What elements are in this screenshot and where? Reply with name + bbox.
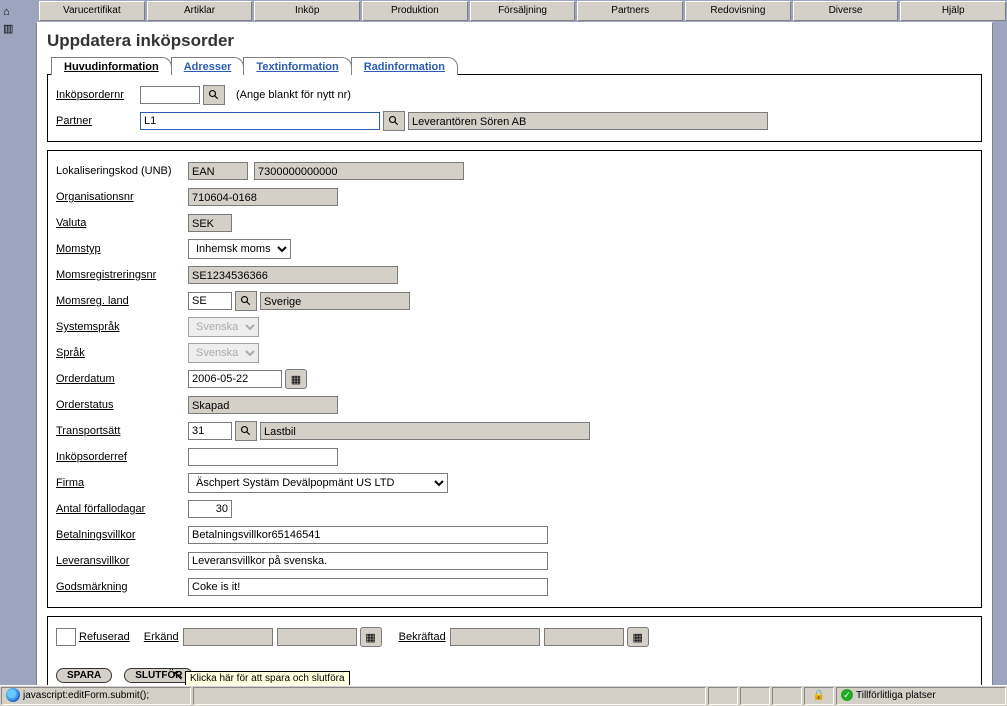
menu-item[interactable]: Redovisning xyxy=(685,1,791,21)
bekraftad-time xyxy=(544,628,624,646)
calendar-icon[interactable]: ▦ xyxy=(285,369,307,389)
valuta-label: Valuta xyxy=(56,217,188,229)
refuserad-label: Refuserad xyxy=(79,631,130,643)
momsland-name: Sverige xyxy=(260,292,410,310)
menu-item[interactable]: Inköp xyxy=(254,1,360,21)
forfall-label: Antal förfallodagar xyxy=(56,503,188,515)
sprak-select: Svenska xyxy=(188,343,259,363)
main-menu: Varucertifikat Artiklar Inköp Produktion… xyxy=(0,0,1007,22)
status-left: javascript:editForm.submit(); xyxy=(23,690,149,701)
levvillkor-input[interactable] xyxy=(188,552,548,570)
sub-tabs: Huvudinformation Adresser Textinformatio… xyxy=(37,57,992,75)
partner-lookup[interactable] xyxy=(383,111,405,131)
momsland-lookup[interactable] xyxy=(235,291,257,311)
side-icons: ⌂ ▥ xyxy=(3,6,11,35)
sysspr-label: Systemspråk xyxy=(56,321,188,333)
orderstatus-value: Skapad xyxy=(188,396,338,414)
sysspr-select: Svenska xyxy=(188,317,259,337)
momsland-code-input[interactable] xyxy=(188,292,232,310)
ordernr-label: Inköpsordernr xyxy=(56,89,140,101)
org-value: 710604-0168 xyxy=(188,188,338,206)
erkand-calendar-icon[interactable]: ▦ xyxy=(360,627,382,647)
header-panel: Inköpsordernr (Ange blankt för nytt nr) … xyxy=(47,74,982,142)
loc-label: Lokaliseringskod (UNB) xyxy=(56,165,188,177)
tab-radinformation[interactable]: Radinformation xyxy=(351,57,458,75)
sprak-label: Språk xyxy=(56,347,188,359)
refuserad-checkbox[interactable] xyxy=(56,628,76,646)
orderdatum-label: Orderdatum xyxy=(56,373,188,385)
menu-item[interactable]: Partners xyxy=(577,1,683,21)
bekraftad-label: Bekräftad xyxy=(399,631,446,643)
momsreg-value: SE1234536366 xyxy=(188,266,398,284)
ordernr-lookup[interactable] xyxy=(203,85,225,105)
forfall-input[interactable] xyxy=(188,500,232,518)
orderref-input[interactable] xyxy=(188,448,338,466)
tab-textinformation[interactable]: Textinformation xyxy=(243,57,351,75)
orderstatus-label: Orderstatus xyxy=(56,399,188,411)
tab-adresser[interactable]: Adresser xyxy=(171,57,245,75)
firma-select[interactable]: Äschpert Systäm Devälpopmänt US LTD xyxy=(188,473,448,493)
menu-item[interactable]: Varucertifikat xyxy=(39,1,145,21)
loc-type: EAN xyxy=(188,162,248,180)
transport-name: Lastbil xyxy=(260,422,590,440)
loc-code: 7300000000000 xyxy=(254,162,464,180)
orderref-label: Inköpsorderref xyxy=(56,451,188,463)
partner-name: Leverantören Sören AB xyxy=(408,112,768,130)
orderdatum-input[interactable] xyxy=(188,370,282,388)
momstyp-select[interactable]: Inhemsk moms xyxy=(188,239,291,259)
lock-icon: 🔒 xyxy=(813,690,825,701)
betvillkor-label: Betalningsvillkor xyxy=(56,529,188,541)
org-label: Organisationsnr xyxy=(56,191,188,203)
partner-code-input[interactable] xyxy=(140,112,380,130)
check-icon: ✓ xyxy=(841,689,853,701)
menu-item[interactable]: Försäljning xyxy=(470,1,576,21)
slutfor-button[interactable]: SLUTFÖR xyxy=(124,668,193,683)
valuta-value: SEK xyxy=(188,214,232,232)
menu-item[interactable]: Produktion xyxy=(362,1,468,21)
godsmark-label: Godsmärkning xyxy=(56,581,188,593)
tab-huvudinformation[interactable]: Huvudinformation xyxy=(51,57,172,75)
bekraftad-calendar-icon[interactable]: ▦ xyxy=(627,627,649,647)
ordernr-input[interactable] xyxy=(140,86,200,104)
menu-item[interactable]: Hjälp xyxy=(900,1,1006,21)
transport-label: Transportsätt xyxy=(56,425,188,437)
momsreg-label: Momsregistreringsnr xyxy=(56,269,188,281)
tooltip: Klicka här för att spara och slutföra xyxy=(185,671,350,686)
transport-code-input[interactable] xyxy=(188,422,232,440)
momstyp-label: Momstyp xyxy=(56,243,188,255)
page-title: Uppdatera inköpsorder xyxy=(37,23,992,57)
ordernr-hint: (Ange blankt för nytt nr) xyxy=(236,89,351,101)
bekraftad-date xyxy=(450,628,540,646)
erkand-time xyxy=(277,628,357,646)
menu-item[interactable]: Diverse xyxy=(793,1,899,21)
transport-lookup[interactable] xyxy=(235,421,257,441)
ie-icon xyxy=(6,688,20,702)
godsmark-input[interactable] xyxy=(188,578,548,596)
firma-label: Firma xyxy=(56,477,188,489)
spara-button[interactable]: SPARA xyxy=(56,668,112,683)
levvillkor-label: Leveransvillkor xyxy=(56,555,188,567)
partner-label: Partner xyxy=(56,115,140,127)
betvillkor-input[interactable] xyxy=(188,526,548,544)
menu-item[interactable]: Artiklar xyxy=(147,1,253,21)
status-right: Tillförlitliga platser xyxy=(856,690,936,701)
status-bar: javascript:editForm.submit(); 🔒 ✓Tillför… xyxy=(0,685,1007,706)
momsland-label: Momsreg. land xyxy=(56,295,188,307)
erkand-date xyxy=(183,628,273,646)
detail-panel: Lokaliseringskod (UNB) EAN 7300000000000… xyxy=(47,150,982,608)
home-icon[interactable]: ⌂ xyxy=(3,6,11,18)
content-frame: Uppdatera inköpsorder Huvudinformation A… xyxy=(36,22,993,705)
erkand-label: Erkänd xyxy=(144,631,179,643)
menu-icon[interactable]: ▥ xyxy=(3,22,11,35)
